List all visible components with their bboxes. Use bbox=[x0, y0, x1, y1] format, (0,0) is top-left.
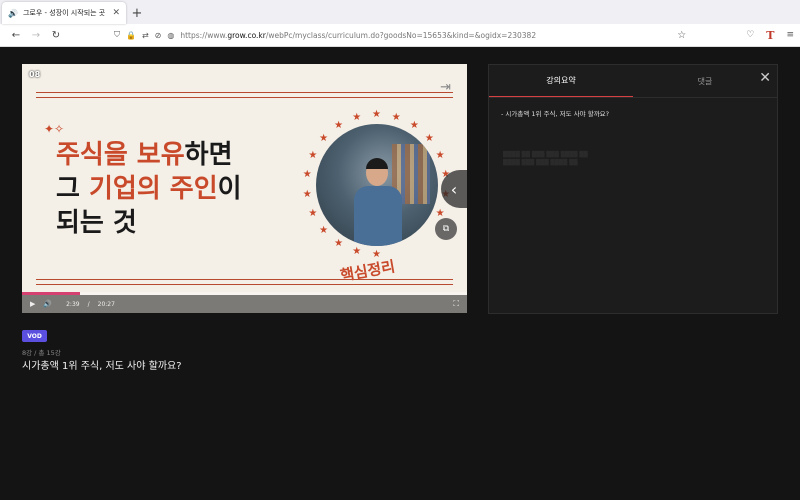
side-panel: 강의요약 댓글 ✕ - 시가총액 1위 주식, 저도 사야 할까요? ▒▒▒▒ … bbox=[488, 64, 778, 314]
ring-star-icon: ★ bbox=[409, 120, 419, 132]
ring-star-icon: ★ bbox=[319, 133, 329, 145]
summary-faded-text: ▒▒▒▒ ▒▒ ▒▒▒ ▒▒▒ ▒▒▒▒ ▒▒ ▒▒▒▒ ▒▒▒ ▒▒▒ ▒▒▒▒… bbox=[503, 152, 588, 166]
headline-black-2b: 이 bbox=[217, 174, 242, 204]
ring-star-icon: ★ bbox=[302, 169, 312, 181]
share-icon[interactable]: ⇥ bbox=[440, 80, 451, 95]
instructor-hair bbox=[366, 158, 388, 169]
shield-icon[interactable]: ⛉ bbox=[114, 30, 120, 40]
slide-number: 08 bbox=[29, 70, 41, 79]
headline-black-1: 하면 bbox=[184, 140, 233, 170]
browser-tab[interactable]: 🔊 그로우 - 성장이 시작되는 곳 ✕ bbox=[2, 2, 126, 24]
ring-star-icon: ★ bbox=[319, 224, 329, 236]
ring-star-icon: ★ bbox=[302, 188, 312, 200]
tracking-icon[interactable]: ⊘ bbox=[155, 31, 162, 40]
extension-icon[interactable]: T bbox=[766, 29, 774, 42]
total-time: 20:27 bbox=[97, 300, 115, 308]
site-icon: ◍ bbox=[167, 30, 175, 40]
headline-red-1: 주식을 보유 bbox=[56, 140, 185, 170]
back-icon[interactable]: ← bbox=[6, 30, 26, 41]
lesson-title: 시가총액 1위 주식, 저도 사야 할까요? bbox=[22, 361, 182, 372]
panel-tabs: 강의요약 댓글 bbox=[489, 65, 777, 98]
top-rule bbox=[36, 92, 453, 98]
ring-star-icon: ★ bbox=[391, 111, 401, 123]
headline-red-2: 기업의 주인 bbox=[88, 174, 218, 204]
time-separator: / bbox=[87, 300, 90, 308]
instructor-body bbox=[354, 186, 402, 246]
menu-icon[interactable]: ≡ bbox=[786, 30, 794, 40]
url-icons: ⛉ 🔒 ⇄ ⊘ ◍ bbox=[114, 30, 174, 40]
ring-star-icon: ★ bbox=[308, 208, 318, 220]
current-time: 2:39 bbox=[66, 300, 80, 308]
volume-icon[interactable]: 🔊 bbox=[43, 300, 52, 308]
forward-icon[interactable]: → bbox=[26, 30, 46, 41]
tab-comments[interactable]: 댓글 bbox=[633, 65, 777, 97]
browser-tabbar: 🔊 그로우 - 성장이 시작되는 곳 ✕ + bbox=[0, 0, 800, 24]
pocket-icon[interactable]: ♡ bbox=[746, 30, 754, 40]
new-tab-button[interactable]: + bbox=[126, 2, 148, 24]
ring-star-icon: ★ bbox=[435, 149, 445, 161]
url-prefix: https://www. bbox=[180, 30, 228, 40]
address-bar[interactable]: ⛉ 🔒 ⇄ ⊘ ◍ https://www.grow.co.kr/webPc/m… bbox=[114, 24, 746, 46]
url-domain: grow.co.kr bbox=[227, 30, 266, 40]
permissions-icon[interactable]: ⇄ bbox=[142, 31, 149, 40]
url-text[interactable]: https://www.grow.co.kr/webPc/myclass/cur… bbox=[180, 31, 536, 40]
speaker-icon: 🔊 bbox=[8, 8, 18, 18]
picture-in-picture-icon[interactable]: ⧉ bbox=[435, 218, 457, 240]
ring-star-icon: ★ bbox=[352, 246, 362, 258]
ring-star-icon: ★ bbox=[352, 111, 362, 123]
ring-star-icon: ★ bbox=[308, 149, 318, 161]
slide-headline: 주식을 보유하면 그 기업의 주인이 되는 것 bbox=[56, 138, 242, 240]
tab-close-icon[interactable]: ✕ bbox=[112, 8, 120, 18]
reload-icon[interactable]: ↻ bbox=[46, 30, 66, 41]
ring-star-icon: ★ bbox=[334, 237, 344, 249]
play-icon[interactable]: ▶ bbox=[30, 300, 35, 308]
browser-navbar: ← → ↻ ⛉ 🔒 ⇄ ⊘ ◍ https://www.grow.co.kr/w… bbox=[0, 24, 800, 47]
lesson-count: 8강 / 총 15강 bbox=[22, 349, 61, 357]
tab-summary[interactable]: 강의요약 bbox=[489, 65, 633, 97]
headline-black-2a: 그 bbox=[56, 174, 89, 204]
instructor-figure bbox=[354, 158, 402, 246]
player-controls: ▶ 🔊 2:39 / 20:27 ⛶ bbox=[22, 292, 467, 313]
ring-star-icon: ★ bbox=[424, 133, 434, 145]
vod-badge: VOD bbox=[22, 330, 47, 342]
summary-item: - 시가총액 1위 주식, 저도 사야 할까요? bbox=[501, 110, 610, 118]
fullscreen-icon[interactable]: ⛶ bbox=[453, 299, 459, 309]
page-content: 08 ⇥ ✦✧ 주식을 보유하면 그 기업의 주인이 되는 것 ★ ★ ★ ★ ★ ★ ★ ★… bbox=[0, 47, 800, 500]
close-icon[interactable]: ✕ bbox=[759, 70, 771, 86]
ring-star-icon: ★ bbox=[372, 109, 381, 120]
instructor-photo bbox=[316, 124, 438, 246]
sparkle-icon: ✦✧ bbox=[44, 122, 65, 136]
lock-icon[interactable]: 🔒 bbox=[126, 31, 136, 40]
toolbar-right: ♡ T ≡ bbox=[746, 29, 794, 42]
headline-line-3: 되는 것 bbox=[56, 208, 137, 238]
star-ring: ★★★★★★★★★★★★★★★★★★★ bbox=[302, 110, 452, 260]
video-player[interactable]: 08 ⇥ ✦✧ 주식을 보유하면 그 기업의 주인이 되는 것 ★ ★ ★ ★ ★ ★ ★ ★… bbox=[22, 64, 467, 313]
progress-fill bbox=[22, 292, 80, 295]
bookmark-star-icon[interactable]: ☆ bbox=[677, 30, 686, 41]
tab-title: 그로우 - 성장이 시작되는 곳 bbox=[22, 9, 106, 17]
ring-star-icon: ★ bbox=[334, 120, 344, 132]
url-path: /webPc/myclass/curriculum.do?goodsNo=156… bbox=[265, 30, 537, 40]
bottom-rule bbox=[36, 279, 453, 285]
progress-bar[interactable] bbox=[22, 292, 467, 295]
